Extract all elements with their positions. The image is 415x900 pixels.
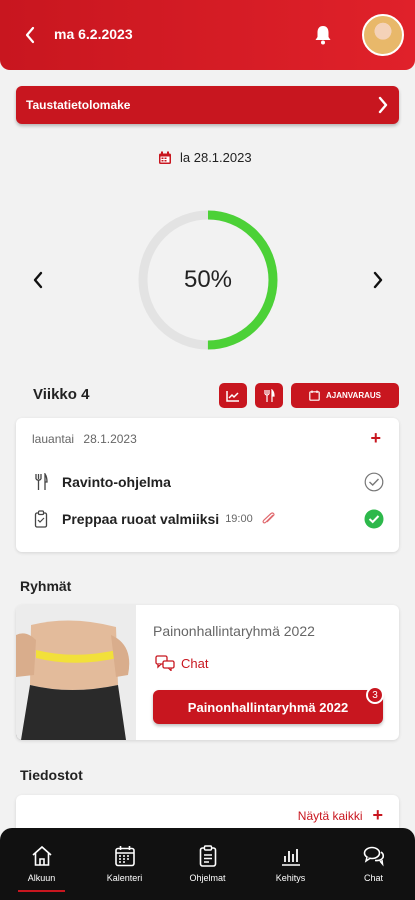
day-card: lauantai 28.1.2023 + Ravinto-ohjelma Pre… — [16, 418, 399, 552]
nav-item-progress[interactable]: Kehitys — [249, 828, 332, 900]
bar-chart-icon — [281, 849, 300, 866]
header-date: ma 6.2.2023 — [54, 26, 133, 42]
fork-knife-icon — [264, 388, 275, 402]
booking-button[interactable]: AJANVARAUS — [291, 383, 399, 408]
groups-title: Ryhmät — [20, 578, 72, 594]
show-all-button[interactable]: Näytä kaikki + — [298, 805, 383, 826]
task-item[interactable]: Ravinto-ohjelma — [32, 470, 384, 494]
fork-knife-icon — [32, 472, 50, 492]
app-screen: ma 6.2.2023 Taustatietolomake la 28.1.20… — [0, 0, 415, 900]
progress-percent: 50% — [183, 266, 233, 293]
chat-icon — [363, 846, 384, 867]
notifications-button[interactable] — [310, 22, 336, 48]
group-name: Painonhallintaryhmä 2022 — [153, 623, 315, 639]
nav-label: Kalenteri — [106, 873, 143, 883]
chat-icon — [155, 655, 175, 671]
task-label: Preppaa ruoat valmiiksi — [62, 511, 220, 527]
nav-item-calendar[interactable]: Kalenteri — [83, 828, 166, 900]
top-header: ma 6.2.2023 — [0, 0, 415, 70]
line-chart-icon — [226, 390, 239, 402]
next-day-button[interactable] — [368, 268, 388, 292]
background-form-banner[interactable]: Taustatietolomake — [16, 86, 399, 124]
back-button[interactable] — [18, 22, 42, 48]
calendar-icon — [159, 151, 171, 164]
calendar-icon — [309, 390, 320, 401]
selected-date-label: la 28.1.2023 — [180, 150, 252, 165]
group-open-button[interactable]: Painonhallintaryhmä 2022 — [153, 690, 383, 724]
unread-badge: 3 — [366, 686, 384, 704]
banner-label: Taustatietolomake — [26, 98, 131, 112]
booking-label: AJANVARAUS — [326, 391, 381, 400]
week-title: Viikko 4 — [33, 386, 90, 403]
chevron-right-icon — [378, 96, 388, 114]
nav-item-home[interactable]: Alkuun — [0, 828, 83, 900]
home-icon — [31, 845, 52, 866]
task-time: 19:00 — [225, 513, 253, 525]
nutrition-button[interactable] — [255, 383, 283, 408]
plus-icon: + — [372, 805, 383, 825]
task-checkbox[interactable] — [364, 472, 384, 492]
bell-icon — [315, 26, 331, 45]
nav-label: Chat — [363, 873, 383, 883]
progress-chart-button[interactable] — [219, 383, 247, 408]
group-image — [16, 605, 136, 740]
task-label: Ravinto-ohjelma — [62, 474, 171, 490]
nav-label: Ohjelmat — [189, 873, 226, 883]
day-date: 28.1.2023 — [83, 432, 137, 446]
group-chat-link[interactable]: Chat — [155, 655, 208, 671]
selected-date[interactable]: la 28.1.2023 — [158, 150, 252, 165]
task-checkbox-done[interactable] — [364, 509, 384, 529]
nav-item-chat[interactable]: Chat — [332, 828, 415, 900]
previous-day-button[interactable] — [28, 268, 48, 292]
calendar-icon — [114, 846, 135, 867]
user-avatar[interactable] — [362, 14, 404, 56]
chevron-left-icon — [25, 26, 35, 44]
progress-ring: 50% — [136, 208, 280, 352]
attachment-icon[interactable] — [261, 512, 277, 526]
clipboard-icon — [32, 509, 50, 529]
nav-label: Alkuun — [27, 873, 56, 883]
day-weekday: lauantai — [32, 432, 75, 446]
nav-label: Kehitys — [275, 873, 306, 883]
group-chat-label: Chat — [181, 655, 209, 671]
files-title: Tiedostot — [20, 767, 83, 783]
day-header: lauantai 28.1.2023 — [32, 432, 143, 446]
add-task-button[interactable]: + — [370, 428, 381, 449]
show-all-label: Näytä kaikki — [297, 808, 363, 823]
chevron-left-icon — [33, 271, 43, 289]
task-item[interactable]: Preppaa ruoat valmiiksi 19:00 — [32, 507, 384, 531]
clipboard-icon — [199, 845, 216, 867]
bottom-nav: Alkuun Kalenteri Ohjelmat Kehitys Chat — [0, 828, 415, 900]
nav-item-programs[interactable]: Ohjelmat — [166, 828, 249, 900]
chevron-right-icon — [373, 271, 383, 289]
group-card[interactable]: Painonhallintaryhmä 2022 Chat Painonhall… — [16, 605, 399, 740]
